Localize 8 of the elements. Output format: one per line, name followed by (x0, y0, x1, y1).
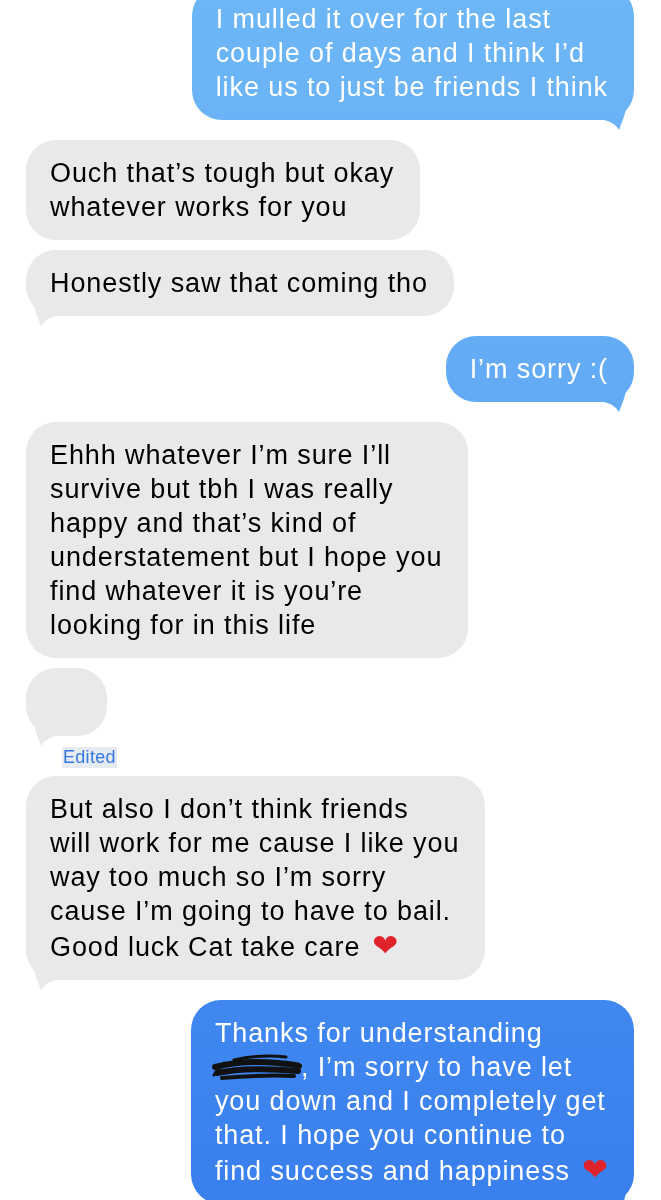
message-text: Ehhh whatever I’m sure I’ll survive but tbh I was really happy and that’s kind of understatement but I hope you find whatever it is you’re looking for in this life (50, 440, 443, 640)
message-text: I mulled it over for the last couple of days and I think I’d like us to just be friends I think (215, 4, 608, 102)
edited-label[interactable]: Edited (62, 747, 117, 768)
message-text: Honestly saw that coming tho (50, 268, 428, 298)
message-text: I’m sorry :( (469, 354, 608, 384)
message-text: Thanks for understanding , I’m sorry to have let you down and I completely get that. I hope you continue to find success and happiness ❤ (214, 1018, 608, 1186)
message-text: Ouch that’s tough but okay whatever works for you (50, 158, 395, 222)
message-text: But also I don’t think friends will work for me cause I like you way too much so I’m sorry cause I’m going to have to bail. Good luck Cat take care ❤ (50, 794, 460, 962)
